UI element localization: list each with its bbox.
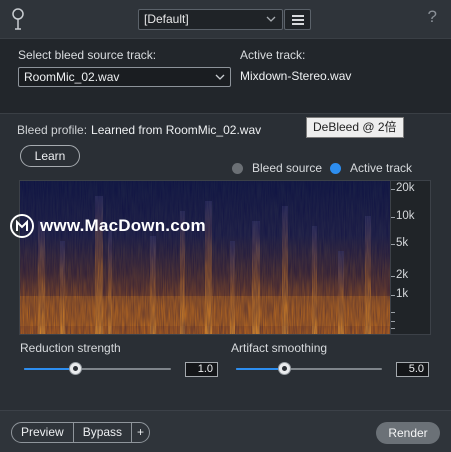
render-button[interactable]: Render bbox=[376, 422, 440, 444]
legend-bleed-label: Bleed source bbox=[252, 161, 323, 175]
reduction-strength-input[interactable]: 1.0 bbox=[185, 362, 218, 377]
tooltip: DeBleed @ 2倍 bbox=[306, 117, 404, 138]
chevron-down-icon bbox=[266, 16, 276, 22]
active-track-value: Mixdown-Stereo.wav bbox=[240, 69, 352, 83]
reduction-strength-label: Reduction strength bbox=[20, 341, 121, 355]
help-icon[interactable]: ? bbox=[428, 7, 437, 27]
artifact-smoothing-label: Artifact smoothing bbox=[231, 341, 328, 355]
top-bar: [Default] ? bbox=[0, 0, 451, 38]
bleed-source-dot-icon bbox=[232, 163, 243, 174]
chevron-down-icon bbox=[215, 74, 225, 80]
reduction-strength-thumb[interactable] bbox=[69, 362, 83, 375]
preview-button[interactable]: Preview bbox=[12, 423, 73, 442]
preset-select[interactable]: [Default] bbox=[138, 9, 283, 30]
preset-value: [Default] bbox=[144, 12, 189, 26]
watermark-logo-icon bbox=[10, 214, 34, 238]
watermark-text: www.MacDown.com bbox=[40, 216, 206, 235]
bottom-bar: Preview Bypass + Render bbox=[0, 410, 451, 452]
freq-tick-2k: 2k bbox=[396, 269, 409, 281]
spectrogram-image bbox=[20, 181, 390, 334]
bleed-profile: Bleed profile: Learned from RoomMic_02.wa… bbox=[17, 123, 261, 137]
freq-tick-20k: 20k bbox=[396, 182, 415, 194]
add-compare-button[interactable]: + bbox=[131, 423, 149, 442]
active-track-label: Active track: bbox=[240, 48, 306, 62]
bleed-source-value: RoomMic_02.wav bbox=[24, 70, 120, 84]
bleed-profile-value: Learned from RoomMic_02.wav bbox=[91, 123, 262, 137]
bleed-source-select[interactable]: RoomMic_02.wav bbox=[18, 67, 231, 87]
freq-tick-5k: 5k bbox=[396, 237, 409, 249]
legend-bleed-source[interactable]: Bleed source bbox=[232, 161, 322, 175]
freq-tick-1k: 1k bbox=[396, 288, 409, 300]
artifact-smoothing-input[interactable]: 5.0 bbox=[396, 362, 429, 377]
freq-tick-10k: 10k bbox=[396, 210, 415, 222]
preset-menu-button[interactable] bbox=[284, 9, 311, 30]
artifact-smoothing-fill bbox=[236, 368, 285, 370]
reduction-strength-fill bbox=[24, 368, 76, 370]
legend-active-label: Active track bbox=[350, 161, 413, 175]
reduction-strength-slider[interactable] bbox=[24, 362, 171, 375]
source-panel: Select bleed source track: RoomMic_02.wa… bbox=[0, 38, 451, 114]
preview-bypass-group: Preview Bypass + bbox=[11, 422, 151, 443]
frequency-axis: 20k 10k 5k 2k 1k bbox=[391, 180, 431, 335]
bleed-source-label: Select bleed source track: bbox=[18, 48, 157, 62]
microphone-icon[interactable] bbox=[11, 8, 25, 30]
artifact-smoothing-slider[interactable] bbox=[236, 362, 382, 375]
bleed-profile-label: Bleed profile: bbox=[17, 123, 88, 137]
active-track-dot-icon bbox=[330, 163, 341, 174]
spectrogram[interactable] bbox=[19, 180, 391, 335]
learn-button[interactable]: Learn bbox=[20, 145, 80, 167]
legend-active-track[interactable]: Active track bbox=[330, 161, 412, 175]
artifact-smoothing-thumb[interactable] bbox=[278, 362, 292, 375]
bypass-button[interactable]: Bypass bbox=[72, 423, 131, 442]
